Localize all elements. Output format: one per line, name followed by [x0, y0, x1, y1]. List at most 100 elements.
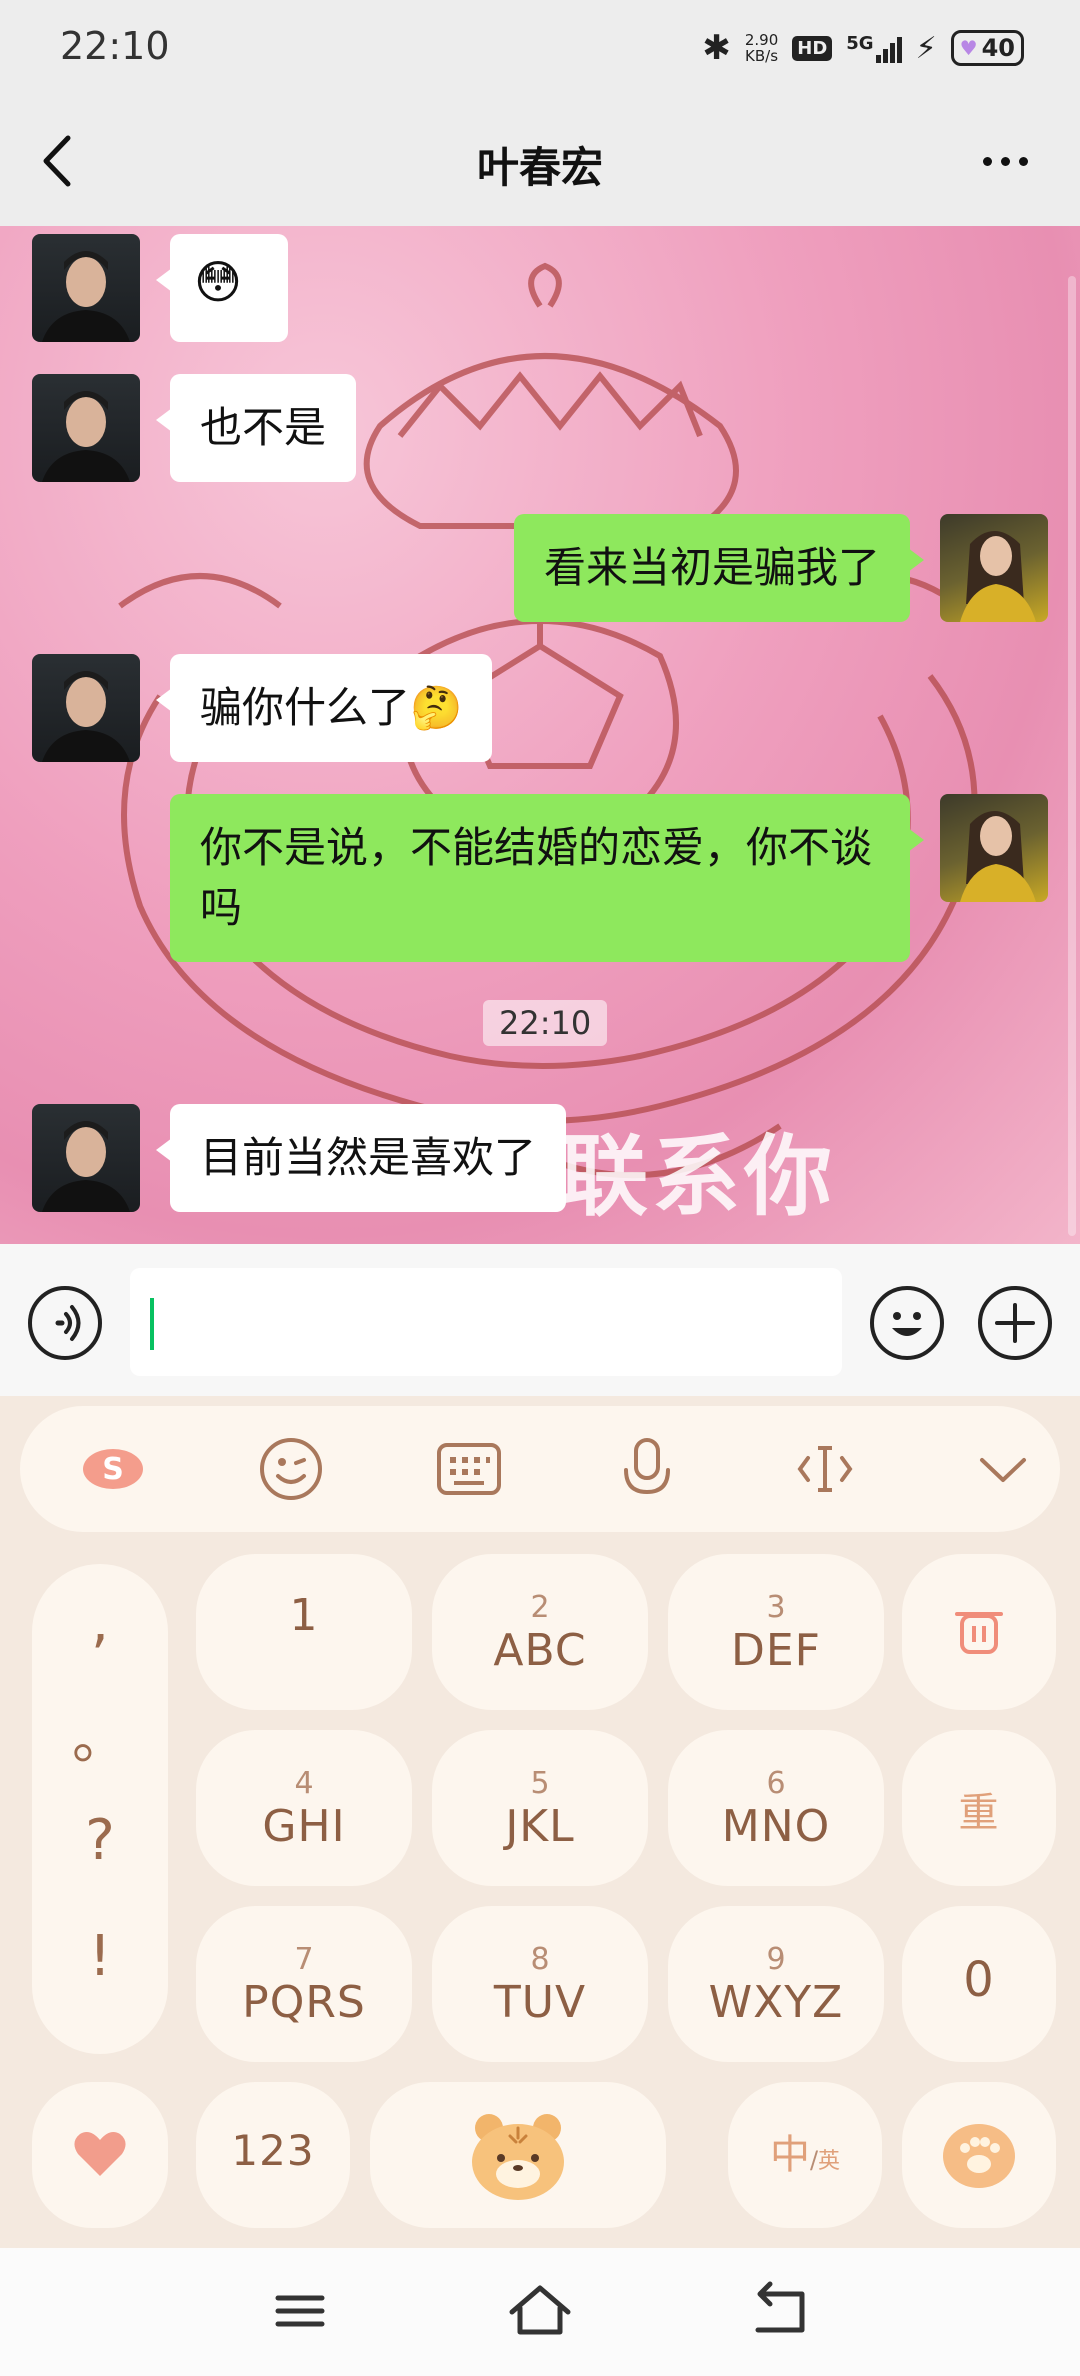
key-1[interactable]: 1: [196, 1554, 412, 1710]
microphone-icon: [624, 1438, 670, 1495]
chat-header: 叶春宏: [0, 96, 1080, 226]
keyboard-toolbar: S: [20, 1406, 1060, 1532]
tiger-mascot-icon: [472, 2114, 564, 2200]
more-dots-icon: [982, 156, 992, 166]
trash-icon: [955, 1612, 1003, 1654]
message-input[interactable]: [130, 1268, 842, 1376]
home-icon: [509, 2285, 571, 2335]
message-bubble-outgoing[interactable]: 你不是说，不能结婚的恋爱，你不谈吗: [170, 794, 924, 962]
status-bar: 22:10 ✱ 2.90 KB/s HD 5G ⚡ ♥ 40: [0, 0, 1080, 96]
key-6[interactable]: 6 MNO: [668, 1730, 884, 1886]
background-caption: 联系你: [560, 1125, 837, 1228]
sogou-logo-icon: S: [83, 1449, 143, 1489]
favorite-key[interactable]: [32, 2082, 168, 2228]
key-8[interactable]: 8 TUV: [432, 1906, 648, 2062]
message-bubble-incoming[interactable]: 骗你什么了🤔: [155, 654, 493, 762]
my-avatar[interactable]: [940, 514, 1048, 622]
heart-icon: [74, 2132, 126, 2176]
my-avatar[interactable]: [940, 794, 1048, 902]
key-7[interactable]: 7 PQRS: [196, 1906, 412, 2062]
recents-button[interactable]: [260, 2276, 340, 2346]
chat-scrollbar[interactable]: [1068, 276, 1076, 1236]
keyboard-icon: [437, 1443, 501, 1495]
lang-sep: /: [809, 2146, 819, 2174]
chevron-down-icon: [980, 1458, 1026, 1482]
person-photo: [960, 811, 1036, 902]
voice-typing-button[interactable]: [602, 1424, 692, 1514]
more-button[interactable]: [970, 126, 1040, 196]
emoji-panel-button[interactable]: [246, 1424, 336, 1514]
plus-icon: [995, 1303, 1035, 1343]
reenter-key[interactable]: 重: [902, 1730, 1056, 1886]
punctuation-column[interactable]: , 。 ? !: [32, 1564, 168, 2054]
enter-key[interactable]: [902, 2082, 1056, 2228]
punct-key[interactable]: ,: [32, 1590, 168, 1655]
key-3[interactable]: 3 DEF: [668, 1554, 884, 1710]
hide-keyboard-button[interactable]: [958, 1424, 1048, 1514]
input-bar: [0, 1244, 1080, 1396]
back-arrow-icon: [755, 2281, 805, 2333]
text-caret: [150, 1298, 154, 1350]
key-5[interactable]: 5 JKL: [432, 1730, 648, 1886]
home-button[interactable]: [500, 2276, 580, 2346]
status-time: 22:10: [60, 24, 170, 68]
network-type: 5G: [846, 33, 874, 54]
voice-input-button[interactable]: [28, 1286, 102, 1360]
menu-icon: [275, 2295, 325, 2327]
keyboard-switch-button[interactable]: [424, 1424, 514, 1514]
space-key[interactable]: [370, 2082, 666, 2228]
net-speed: 2.90 KB/s: [745, 32, 778, 64]
number-switch-key[interactable]: 123: [196, 2082, 350, 2228]
charging-icon: ⚡: [915, 30, 937, 66]
punct-key[interactable]: 。: [32, 1694, 168, 1775]
text-cursor-icon: [797, 1446, 853, 1492]
system-back-button[interactable]: [740, 2276, 820, 2346]
person-photo: [42, 671, 130, 762]
contact-avatar[interactable]: [32, 374, 140, 482]
sogou-logo-button[interactable]: S: [68, 1424, 158, 1514]
smiley-icon: [892, 1312, 922, 1336]
emoji-button[interactable]: [870, 1286, 944, 1360]
message-bubble-incoming[interactable]: 😳: [156, 234, 288, 342]
lang-main: 中: [769, 2132, 810, 2178]
more-actions-button[interactable]: [978, 1286, 1052, 1360]
signal-icon: 5G: [846, 33, 902, 63]
paw-icon: [943, 2124, 1015, 2188]
contact-avatar[interactable]: [32, 654, 140, 762]
contact-avatar[interactable]: [32, 1104, 140, 1212]
chat-background-art: [118, 262, 978, 1179]
key-4[interactable]: 4 GHI: [196, 1730, 412, 1886]
chat-area[interactable]: 联系你 😳 也不是 看来当初是骗我了 骗你什么了🤔 你不是说，不能结婚的恋爱，你…: [0, 226, 1080, 1244]
person-photo: [42, 251, 130, 342]
svg-text:S: S: [102, 1452, 124, 1487]
punct-key[interactable]: !: [32, 1924, 168, 1989]
system-nav-bar: [0, 2248, 1080, 2376]
cursor-edit-button[interactable]: [780, 1424, 870, 1514]
contact-avatar[interactable]: [32, 234, 140, 342]
voice-icon: [55, 1305, 81, 1341]
message-bubble-incoming[interactable]: 也不是: [155, 374, 357, 482]
key-9[interactable]: 9 WXYZ: [668, 1906, 884, 2062]
net-speed-value: 2.90: [744, 31, 779, 49]
delete-key[interactable]: [902, 1554, 1056, 1710]
key-0[interactable]: 0: [902, 1906, 1056, 2062]
net-speed-unit: KB/s: [745, 47, 779, 65]
person-photo: [42, 391, 130, 482]
input-keyboard: S , 。 ? ! 1 2 ABC 3 DEF 4 GHI 5 JKL 6 MN…: [0, 1396, 1080, 2248]
smiley-icon: [260, 1438, 322, 1500]
message-bubble-incoming[interactable]: 目前当然是喜欢了: [155, 1104, 567, 1212]
key-2[interactable]: 2 ABC: [432, 1554, 648, 1710]
hd-badge: HD: [792, 35, 833, 61]
language-switch-key[interactable]: 中/英: [728, 2082, 882, 2228]
status-icons: ✱ 2.90 KB/s HD 5G ⚡ ♥ 40: [702, 28, 1024, 68]
person-photo: [42, 1121, 130, 1212]
heart-icon: ♥: [959, 36, 978, 60]
punct-key[interactable]: ?: [32, 1808, 168, 1873]
chat-title: 叶春宏: [476, 143, 603, 192]
person-photo: [960, 531, 1036, 622]
battery-icon: ♥ 40: [950, 30, 1024, 66]
message-bubble-outgoing[interactable]: 看来当初是骗我了: [513, 514, 925, 622]
lang-alt: 英: [818, 2149, 841, 2174]
bluetooth-icon: ✱: [702, 28, 731, 68]
message-timestamp: 22:10: [483, 1000, 608, 1046]
